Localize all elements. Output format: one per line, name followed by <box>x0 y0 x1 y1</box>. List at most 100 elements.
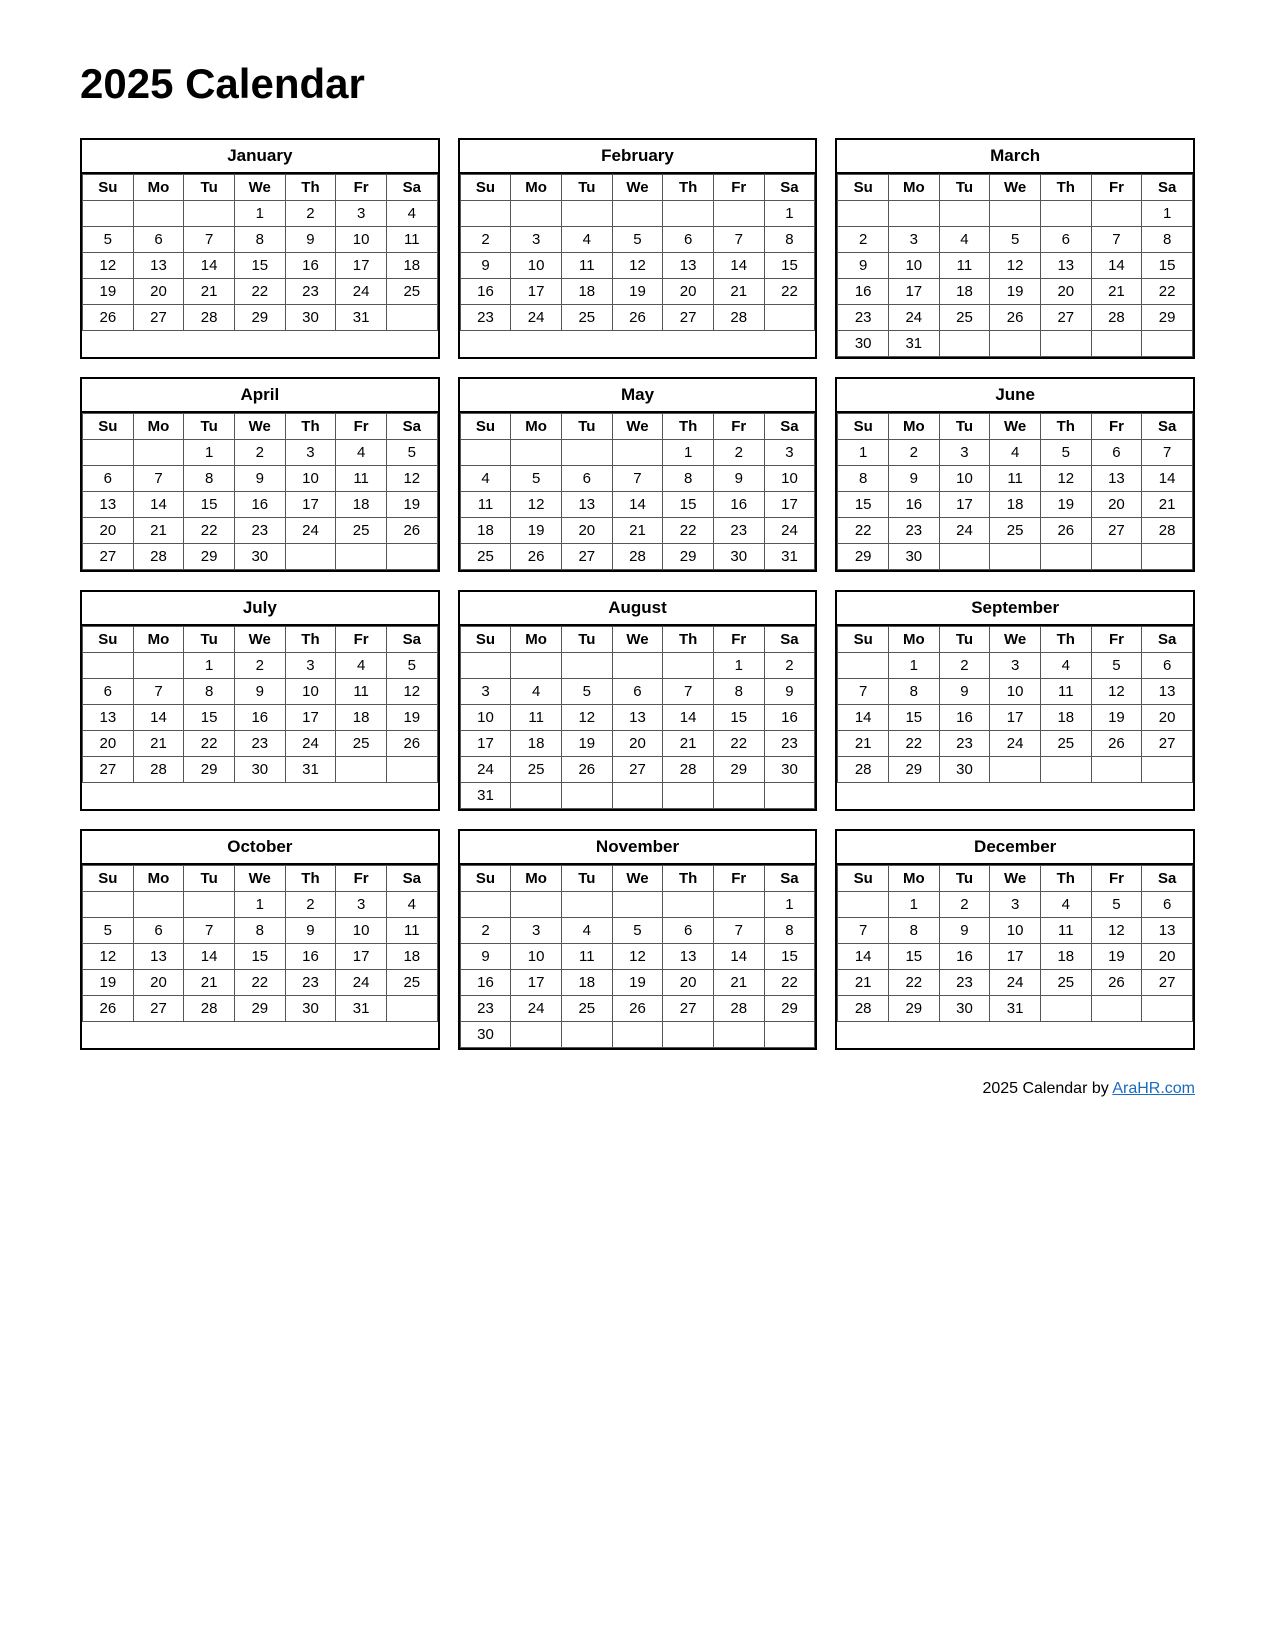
day-header-we: We <box>990 866 1041 892</box>
table-row: 2728293031 <box>83 757 438 783</box>
day-cell <box>561 201 612 227</box>
day-cell: 24 <box>336 279 387 305</box>
month-title-april: April <box>82 379 438 413</box>
day-cell: 9 <box>285 227 336 253</box>
day-cell <box>133 201 184 227</box>
day-cell: 4 <box>511 679 562 705</box>
day-header-su: Su <box>83 414 134 440</box>
day-cell: 20 <box>1142 944 1193 970</box>
day-cell: 30 <box>888 544 939 570</box>
day-cell: 15 <box>234 944 285 970</box>
day-cell <box>336 757 387 783</box>
day-cell: 30 <box>234 544 285 570</box>
month-block-february: FebruarySuMoTuWeThFrSa123456789101112131… <box>458 138 818 359</box>
day-cell: 9 <box>460 944 511 970</box>
day-cell: 9 <box>285 918 336 944</box>
day-cell: 25 <box>386 970 437 996</box>
day-header-we: We <box>234 627 285 653</box>
day-header-fr: Fr <box>1091 627 1142 653</box>
day-cell: 2 <box>939 653 990 679</box>
day-cell: 21 <box>133 518 184 544</box>
table-row: 262728293031 <box>83 996 438 1022</box>
day-cell <box>561 440 612 466</box>
day-header-sa: Sa <box>386 414 437 440</box>
table-row: 78910111213 <box>838 918 1193 944</box>
day-header-fr: Fr <box>713 175 764 201</box>
day-cell: 6 <box>1142 892 1193 918</box>
table-row: 14151617181920 <box>838 944 1193 970</box>
day-cell <box>612 201 663 227</box>
table-row: 21222324252627 <box>838 731 1193 757</box>
day-cell: 11 <box>1040 679 1091 705</box>
day-cell: 20 <box>83 731 134 757</box>
day-cell: 8 <box>888 679 939 705</box>
day-cell: 28 <box>1091 305 1142 331</box>
day-header-su: Su <box>838 627 889 653</box>
day-cell: 21 <box>184 279 235 305</box>
day-cell: 7 <box>133 466 184 492</box>
day-cell: 12 <box>561 705 612 731</box>
day-cell: 7 <box>1091 227 1142 253</box>
table-row: 24252627282930 <box>460 757 815 783</box>
day-cell: 21 <box>184 970 235 996</box>
day-header-su: Su <box>460 175 511 201</box>
day-cell <box>386 544 437 570</box>
table-row: 567891011 <box>83 918 438 944</box>
day-cell: 4 <box>386 892 437 918</box>
day-header-sa: Sa <box>1142 175 1193 201</box>
day-cell: 16 <box>285 253 336 279</box>
day-cell: 16 <box>713 492 764 518</box>
day-cell: 17 <box>764 492 815 518</box>
day-cell: 19 <box>1091 705 1142 731</box>
month-table-january: SuMoTuWeThFrSa12345678910111213141516171… <box>82 174 438 331</box>
footer-link[interactable]: AraHR.com <box>1112 1080 1195 1097</box>
day-cell: 9 <box>838 253 889 279</box>
month-block-december: DecemberSuMoTuWeThFrSa123456789101112131… <box>835 829 1195 1050</box>
day-header-su: Su <box>838 175 889 201</box>
day-cell: 6 <box>133 918 184 944</box>
day-cell: 14 <box>838 944 889 970</box>
day-cell: 24 <box>990 731 1041 757</box>
month-title-may: May <box>460 379 816 413</box>
day-cell: 23 <box>285 970 336 996</box>
day-cell <box>1142 331 1193 357</box>
day-cell <box>663 1022 714 1048</box>
day-cell: 11 <box>561 944 612 970</box>
day-cell: 22 <box>838 518 889 544</box>
day-cell: 16 <box>888 492 939 518</box>
day-cell: 20 <box>133 279 184 305</box>
day-cell: 1 <box>663 440 714 466</box>
day-cell: 2 <box>838 227 889 253</box>
day-cell: 28 <box>133 757 184 783</box>
day-cell: 26 <box>386 518 437 544</box>
day-cell: 24 <box>511 305 562 331</box>
day-cell <box>1091 201 1142 227</box>
day-cell <box>1091 757 1142 783</box>
day-cell: 10 <box>990 918 1041 944</box>
day-cell: 25 <box>561 996 612 1022</box>
day-cell: 3 <box>888 227 939 253</box>
day-cell: 5 <box>612 227 663 253</box>
day-cell: 17 <box>336 944 387 970</box>
day-cell: 1 <box>234 201 285 227</box>
day-cell <box>713 1022 764 1048</box>
day-cell: 18 <box>336 705 387 731</box>
day-cell: 5 <box>561 679 612 705</box>
day-cell: 6 <box>663 227 714 253</box>
day-cell: 1 <box>764 201 815 227</box>
day-header-tu: Tu <box>561 866 612 892</box>
month-title-january: January <box>82 140 438 174</box>
day-cell: 2 <box>888 440 939 466</box>
day-cell <box>713 892 764 918</box>
table-row: 23242526272829 <box>460 996 815 1022</box>
day-cell: 12 <box>1091 918 1142 944</box>
day-cell: 26 <box>386 731 437 757</box>
day-cell: 24 <box>460 757 511 783</box>
day-cell: 27 <box>133 305 184 331</box>
day-cell: 11 <box>1040 918 1091 944</box>
table-row: 1234567 <box>838 440 1193 466</box>
day-header-fr: Fr <box>336 414 387 440</box>
day-header-fr: Fr <box>1091 175 1142 201</box>
day-cell: 17 <box>511 970 562 996</box>
day-cell: 28 <box>184 305 235 331</box>
